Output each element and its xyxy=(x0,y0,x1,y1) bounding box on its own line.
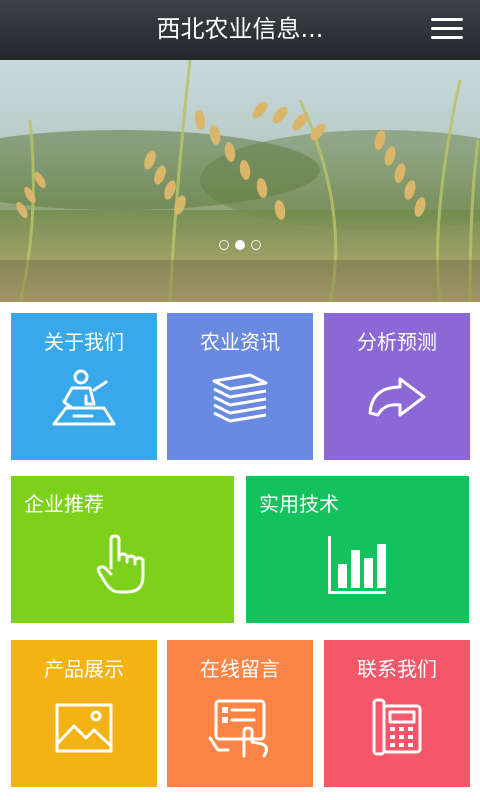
tile-label: 实用技术 xyxy=(259,492,339,516)
picture-icon xyxy=(55,703,113,753)
stacked-papers-icon xyxy=(212,373,268,423)
tile-label: 联系我们 xyxy=(357,657,437,681)
tile-practical-tech[interactable]: 实用技术 xyxy=(246,476,469,623)
return-arrow-icon xyxy=(368,377,426,417)
tile-label: 产品展示 xyxy=(44,657,124,681)
tile-label: 分析预测 xyxy=(357,330,437,354)
tile-label: 农业资讯 xyxy=(200,330,280,354)
slider-pagination xyxy=(0,240,480,250)
tile-enterprise-recommend[interactable]: 企业推荐 xyxy=(11,476,234,623)
wheat-field-image xyxy=(0,60,480,302)
tile-analysis-forecast[interactable]: 分析预测 xyxy=(324,313,470,460)
hamburger-menu-icon[interactable] xyxy=(428,13,468,47)
tile-online-message[interactable]: 在线留言 xyxy=(167,640,313,787)
tile-product-display[interactable]: 产品展示 xyxy=(11,640,157,787)
telephone-icon xyxy=(372,698,422,756)
slider-dot[interactable] xyxy=(219,240,229,250)
slider-dot-active[interactable] xyxy=(235,240,245,250)
tile-label: 关于我们 xyxy=(44,330,124,354)
person-at-desk-icon xyxy=(52,369,116,426)
pointing-hand-icon xyxy=(96,534,145,594)
tablet-touch-icon xyxy=(208,699,268,758)
bar-chart-icon xyxy=(328,536,386,594)
slider-dot[interactable] xyxy=(251,240,261,250)
page-title: 西北农业信息... xyxy=(156,15,324,43)
tile-agri-news[interactable]: 农业资讯 xyxy=(167,313,313,460)
app-header: 西北农业信息... xyxy=(0,0,480,60)
banner-slider[interactable] xyxy=(0,60,480,302)
tile-contact-us[interactable]: 联系我们 xyxy=(324,640,470,787)
tile-label: 在线留言 xyxy=(200,657,280,681)
tile-about-us[interactable]: 关于我们 xyxy=(11,313,157,460)
tile-label: 企业推荐 xyxy=(24,492,104,516)
